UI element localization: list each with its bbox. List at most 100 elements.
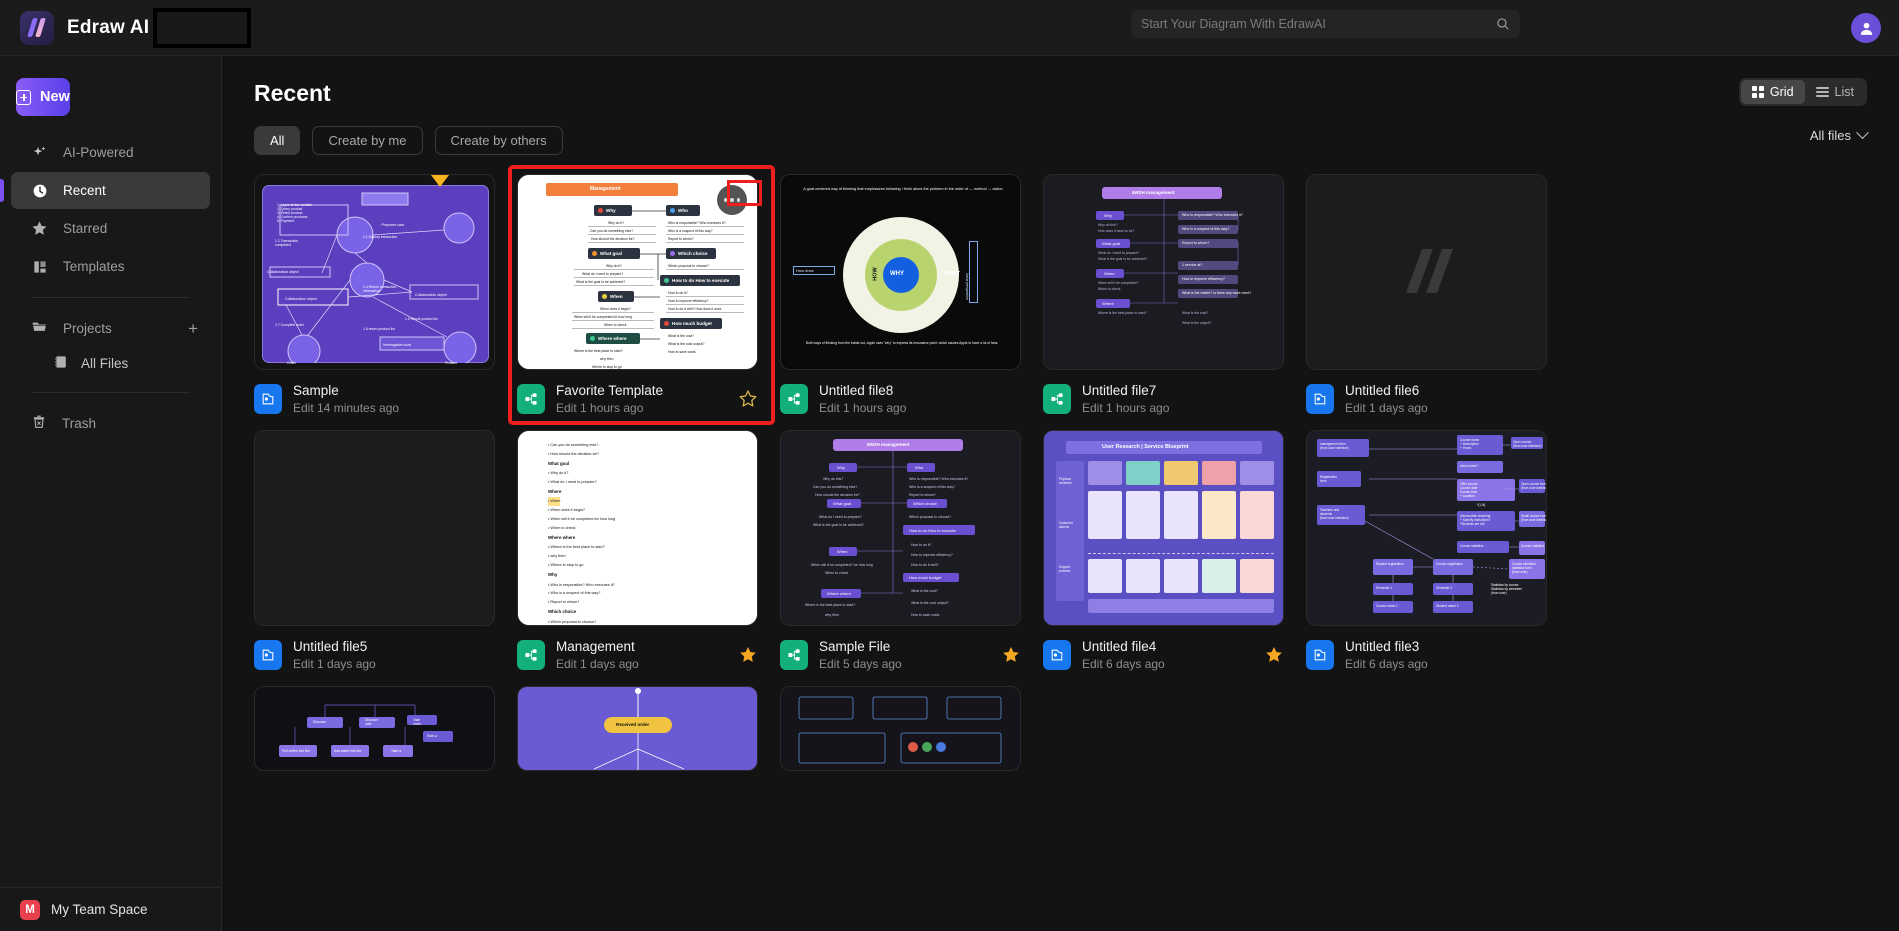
star-button[interactable] bbox=[738, 389, 758, 409]
file-type-icon bbox=[780, 640, 808, 670]
sidebar-nav: AI-Powered Recent Starred Templates bbox=[0, 134, 221, 285]
file-meta: Untitled file4 Edit 6 days ago bbox=[1043, 636, 1284, 674]
file-card bbox=[1306, 686, 1547, 771]
file-timestamp: Edit 1 days ago bbox=[556, 657, 639, 671]
file-card[interactable]: Untitled file5 Edit 1 days ago bbox=[254, 430, 495, 674]
files-row-3: Discover Discover cafe Take order Pull cof… bbox=[254, 686, 1867, 771]
sidebar-item-ai-powered[interactable]: AI-Powered bbox=[11, 134, 210, 171]
filter-tab-create-by-others[interactable]: Create by others bbox=[434, 126, 563, 155]
file-card-favorite-template[interactable]: Management Why Why do it? Can you do som… bbox=[508, 165, 775, 425]
thumb-right-label: WHAT bbox=[944, 271, 961, 277]
main-content: Recent All Create by me Create by others… bbox=[222, 56, 1899, 931]
folder-icon bbox=[31, 318, 48, 338]
file-type-icon bbox=[517, 640, 545, 670]
file-type-icon bbox=[1306, 384, 1334, 414]
search-bar[interactable] bbox=[1131, 10, 1520, 38]
view-toggle: Grid List bbox=[1738, 78, 1867, 106]
file-thumbnail[interactable] bbox=[254, 430, 495, 626]
file-timestamp: Edit 1 hours ago bbox=[819, 401, 907, 415]
more-options-icon[interactable] bbox=[717, 185, 747, 215]
file-timestamp: Edit 5 days ago bbox=[819, 657, 902, 671]
file-timestamp: Edit 1 hours ago bbox=[556, 401, 644, 415]
new-button-label: New bbox=[40, 89, 70, 105]
file-thumbnail[interactable]: A goal-centered way of thinking that emp… bbox=[780, 174, 1021, 370]
file-thumbnail[interactable]: Discover Discover cafe Take order Pull cof… bbox=[254, 686, 495, 771]
file-meta: Favorite Template Edit 1 hours ago bbox=[517, 180, 762, 418]
star-button[interactable] bbox=[1264, 645, 1284, 665]
file-name: Sample File bbox=[819, 639, 891, 654]
file-name: Management bbox=[556, 639, 635, 654]
file-name: Untitled file8 bbox=[819, 383, 894, 398]
plus-icon bbox=[16, 89, 31, 105]
file-thumbnail[interactable]: 6W2H management Why What goal When Where… bbox=[780, 430, 1021, 626]
sidebar-item-all-files[interactable]: All Files bbox=[11, 346, 210, 380]
file-meta: Untitled file5 Edit 1 days ago bbox=[254, 636, 495, 674]
search-input[interactable] bbox=[1141, 17, 1496, 31]
file-card[interactable]: A goal-centered way of thinking that emp… bbox=[780, 174, 1021, 418]
clock-icon bbox=[31, 182, 48, 199]
file-card[interactable]: : Payment card Collaboration object Coll… bbox=[254, 174, 495, 418]
file-thumbnail[interactable]: • Can you do something else? • How shoul… bbox=[517, 430, 758, 626]
file-thumbnail[interactable]: 6W2H management Why What goal When Where… bbox=[1043, 174, 1284, 370]
file-card[interactable]: 6W2H management Why What goal When Where… bbox=[1043, 174, 1284, 418]
file-thumbnail[interactable]: Received order bbox=[517, 686, 758, 771]
avatar[interactable] bbox=[1851, 13, 1881, 43]
file-name: Untitled file3 bbox=[1345, 639, 1420, 654]
star-button[interactable] bbox=[738, 645, 758, 665]
file-thumbnail[interactable]: management form (from user interface) Cou… bbox=[1306, 430, 1547, 626]
sparkle-icon bbox=[31, 144, 48, 161]
sidebar-item-trash[interactable]: Trash bbox=[11, 405, 210, 441]
file-card[interactable]: Discover Discover cafe Take order Pull cof… bbox=[254, 686, 495, 771]
file-timestamp: Edit 1 days ago bbox=[293, 657, 376, 671]
file-thumbnail[interactable]: Management Why Why do it? Can you do som… bbox=[517, 174, 758, 370]
view-toggle-list[interactable]: List bbox=[1805, 80, 1865, 104]
file-card bbox=[1043, 686, 1284, 771]
file-card[interactable]: management form (from user interface) Cou… bbox=[1306, 430, 1547, 674]
file-timestamp: Edit 14 minutes ago bbox=[293, 401, 400, 415]
file-thumbnail[interactable]: User Research | Service Blueprint Physic… bbox=[1043, 430, 1284, 626]
thumb-left-label: HOW bbox=[872, 267, 879, 281]
top-bar: Edraw AI bbox=[0, 0, 1899, 56]
thumb-caption-bottom: Both ways of thinking from the inside ou… bbox=[805, 341, 999, 345]
filter-tab-all[interactable]: All bbox=[254, 126, 301, 155]
file-timestamp: Edit 6 days ago bbox=[1345, 657, 1428, 671]
star-button[interactable] bbox=[1001, 645, 1021, 665]
thumb-caption-top: A goal-centered way of thinking that emp… bbox=[803, 187, 1003, 191]
sidebar-item-recent[interactable]: Recent bbox=[0, 172, 210, 209]
filter-tabs: All Create by me Create by others bbox=[254, 126, 563, 155]
trash-icon bbox=[31, 414, 47, 433]
file-card[interactable]: • Can you do something else? • How shoul… bbox=[517, 430, 758, 674]
thumb-header: User Research | Service Blueprint bbox=[1102, 444, 1189, 450]
filter-tab-create-by-me[interactable]: Create by me bbox=[312, 126, 423, 155]
new-button[interactable]: New bbox=[16, 78, 70, 116]
file-card[interactable] bbox=[780, 686, 1021, 771]
sidebar-item-starred[interactable]: Starred bbox=[11, 210, 210, 247]
file-name: Favorite Template bbox=[556, 383, 664, 398]
file-timestamp: Edit 6 days ago bbox=[1082, 657, 1165, 671]
file-card[interactable]: User Research | Service Blueprint Physic… bbox=[1043, 430, 1284, 674]
app-title: Edraw AI bbox=[67, 16, 150, 38]
file-meta: Untitled file8 Edit 1 hours ago bbox=[780, 380, 1021, 418]
sidebar-divider-2 bbox=[31, 392, 190, 393]
search-icon[interactable] bbox=[1496, 17, 1510, 31]
sidebar-item-projects[interactable]: Projects + bbox=[11, 310, 210, 346]
team-space[interactable]: M My Team Space bbox=[0, 887, 222, 931]
sidebar-item-templates[interactable]: Templates bbox=[11, 248, 210, 285]
file-timestamp: Edit 1 days ago bbox=[1345, 401, 1428, 415]
file-name: Untitled file7 bbox=[1082, 383, 1157, 398]
file-card[interactable]: Received order bbox=[517, 686, 758, 771]
file-thumbnail[interactable] bbox=[780, 686, 1021, 771]
file-meta: Management Edit 1 days ago bbox=[517, 636, 758, 674]
view-toggle-grid[interactable]: Grid bbox=[1740, 80, 1805, 104]
view-toggle-grid-label: Grid bbox=[1769, 85, 1794, 99]
file-thumbnail[interactable]: : Payment card Collaboration object Coll… bbox=[254, 174, 495, 370]
file-thumbnail[interactable] bbox=[1306, 174, 1547, 370]
team-space-label: My Team Space bbox=[51, 902, 148, 917]
files-filter-dropdown[interactable]: All files bbox=[1810, 126, 1869, 143]
star-icon bbox=[31, 220, 48, 237]
file-name: Untitled file4 bbox=[1082, 639, 1157, 654]
file-card[interactable]: Untitled file6 Edit 1 days ago bbox=[1306, 174, 1547, 418]
file-card[interactable]: 6W2H management Why What goal When Where… bbox=[780, 430, 1021, 674]
thumb-side-label: How does bbox=[796, 268, 814, 273]
add-project-icon[interactable]: + bbox=[188, 320, 198, 337]
